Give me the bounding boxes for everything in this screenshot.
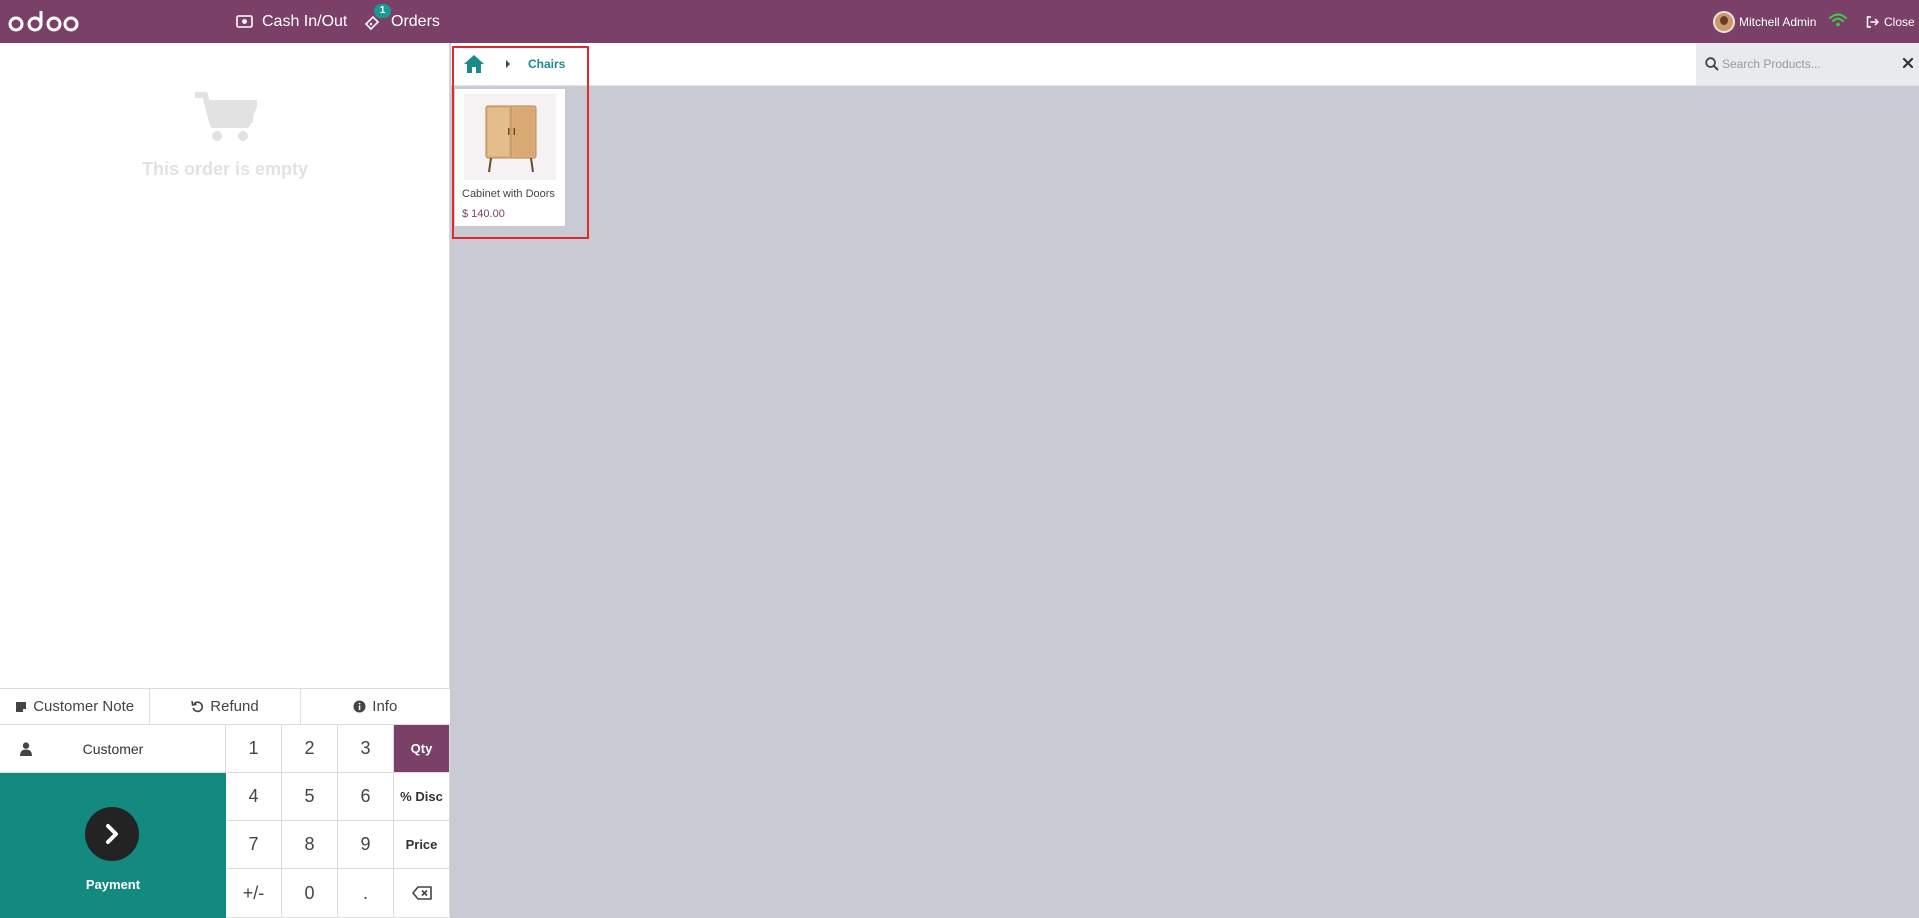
numpad-key-4[interactable]: 4 [226,773,282,821]
empty-order-text: This order is empty [141,159,309,179]
numpad-key-2[interactable]: 2 [282,725,338,773]
sign-out-icon [1866,15,1880,28]
orders-count-badge: 1 [374,3,391,18]
backspace-icon [411,886,432,900]
product-price: $ 140.00 [462,208,505,220]
payment-label: Payment [85,877,141,892]
money-icon [236,15,253,28]
cash-in-out-label: Cash In/Out [262,12,348,30]
numpad-backspace[interactable] [394,869,450,918]
payment-button[interactable]: Payment [0,773,226,918]
search-bar [1696,43,1919,85]
odoo-logo[interactable] [8,9,80,35]
breadcrumb-category[interactable]: Chairs [528,57,565,71]
shopping-cart-icon [195,92,257,141]
numpad-key-3[interactable]: 3 [338,725,394,773]
numpad-key-6[interactable]: 6 [338,773,394,821]
orders-button[interactable]: 1 Orders [364,0,440,43]
numpad-mode-qty[interactable]: Qty [394,725,450,773]
control-buttons: Customer Note Refund Info [0,688,450,725]
chevron-right-icon [106,824,118,844]
search-icon [1705,57,1719,71]
wifi-icon[interactable] [1828,12,1848,28]
numpad-key-plus-minus[interactable]: +/- [226,869,282,918]
avatar [1713,10,1735,33]
numpad-key-0[interactable]: 0 [282,869,338,918]
info-label: Info [372,698,398,715]
numpad-key-5[interactable]: 5 [282,773,338,821]
sticky-note-icon [16,701,27,712]
numpad-key-9[interactable]: 9 [338,821,394,869]
customer-button[interactable]: Customer [0,725,226,773]
home-icon[interactable] [463,54,485,74]
numpad-key-1[interactable]: 1 [226,725,282,773]
cabinet-image [485,105,537,173]
customer-note-label: Customer Note [33,698,135,715]
numpad-key-7[interactable]: 7 [226,821,282,869]
top-navbar: Cash In/Out 1 Orders Mitchell Admin Clos… [0,0,1919,43]
orders-label: Orders [391,12,440,30]
numpad-mode-price[interactable]: Price [394,821,450,869]
order-pane: This order is empty Customer Note Refund… [0,43,450,918]
close-label: Close [1884,14,1915,29]
empty-order: This order is empty [0,91,450,180]
product-image [464,94,556,180]
customer-note-button[interactable]: Customer Note [0,689,151,724]
numpad-key-decimal[interactable]: . [338,869,394,918]
product-name: Cabinet with Doors [462,188,555,200]
refund-label: Refund [210,698,259,715]
info-circle-icon [353,700,366,713]
close-button[interactable]: Close [1866,0,1915,43]
user-menu[interactable]: Mitchell Admin [1713,0,1816,43]
user-name: Mitchell Admin [1739,14,1817,29]
product-card[interactable]: Cabinet with Doors $ 140.00 [455,89,565,226]
caret-right-icon [506,60,510,68]
numpad-key-8[interactable]: 8 [282,821,338,869]
numpad-mode-discount[interactable]: % Disc [394,773,450,821]
undo-icon [191,700,204,713]
payment-arrow [85,807,139,861]
search-input[interactable] [1722,54,1888,74]
numpad: 1 2 3 Qty 4 5 6 % Disc 7 8 9 Price +/- 0… [226,725,450,918]
info-button[interactable]: Info [300,689,450,724]
cash-in-out-button[interactable]: Cash In/Out [236,0,347,43]
close-icon[interactable] [1902,57,1914,69]
refund-button[interactable]: Refund [150,689,301,724]
customer-label: Customer [82,740,144,757]
